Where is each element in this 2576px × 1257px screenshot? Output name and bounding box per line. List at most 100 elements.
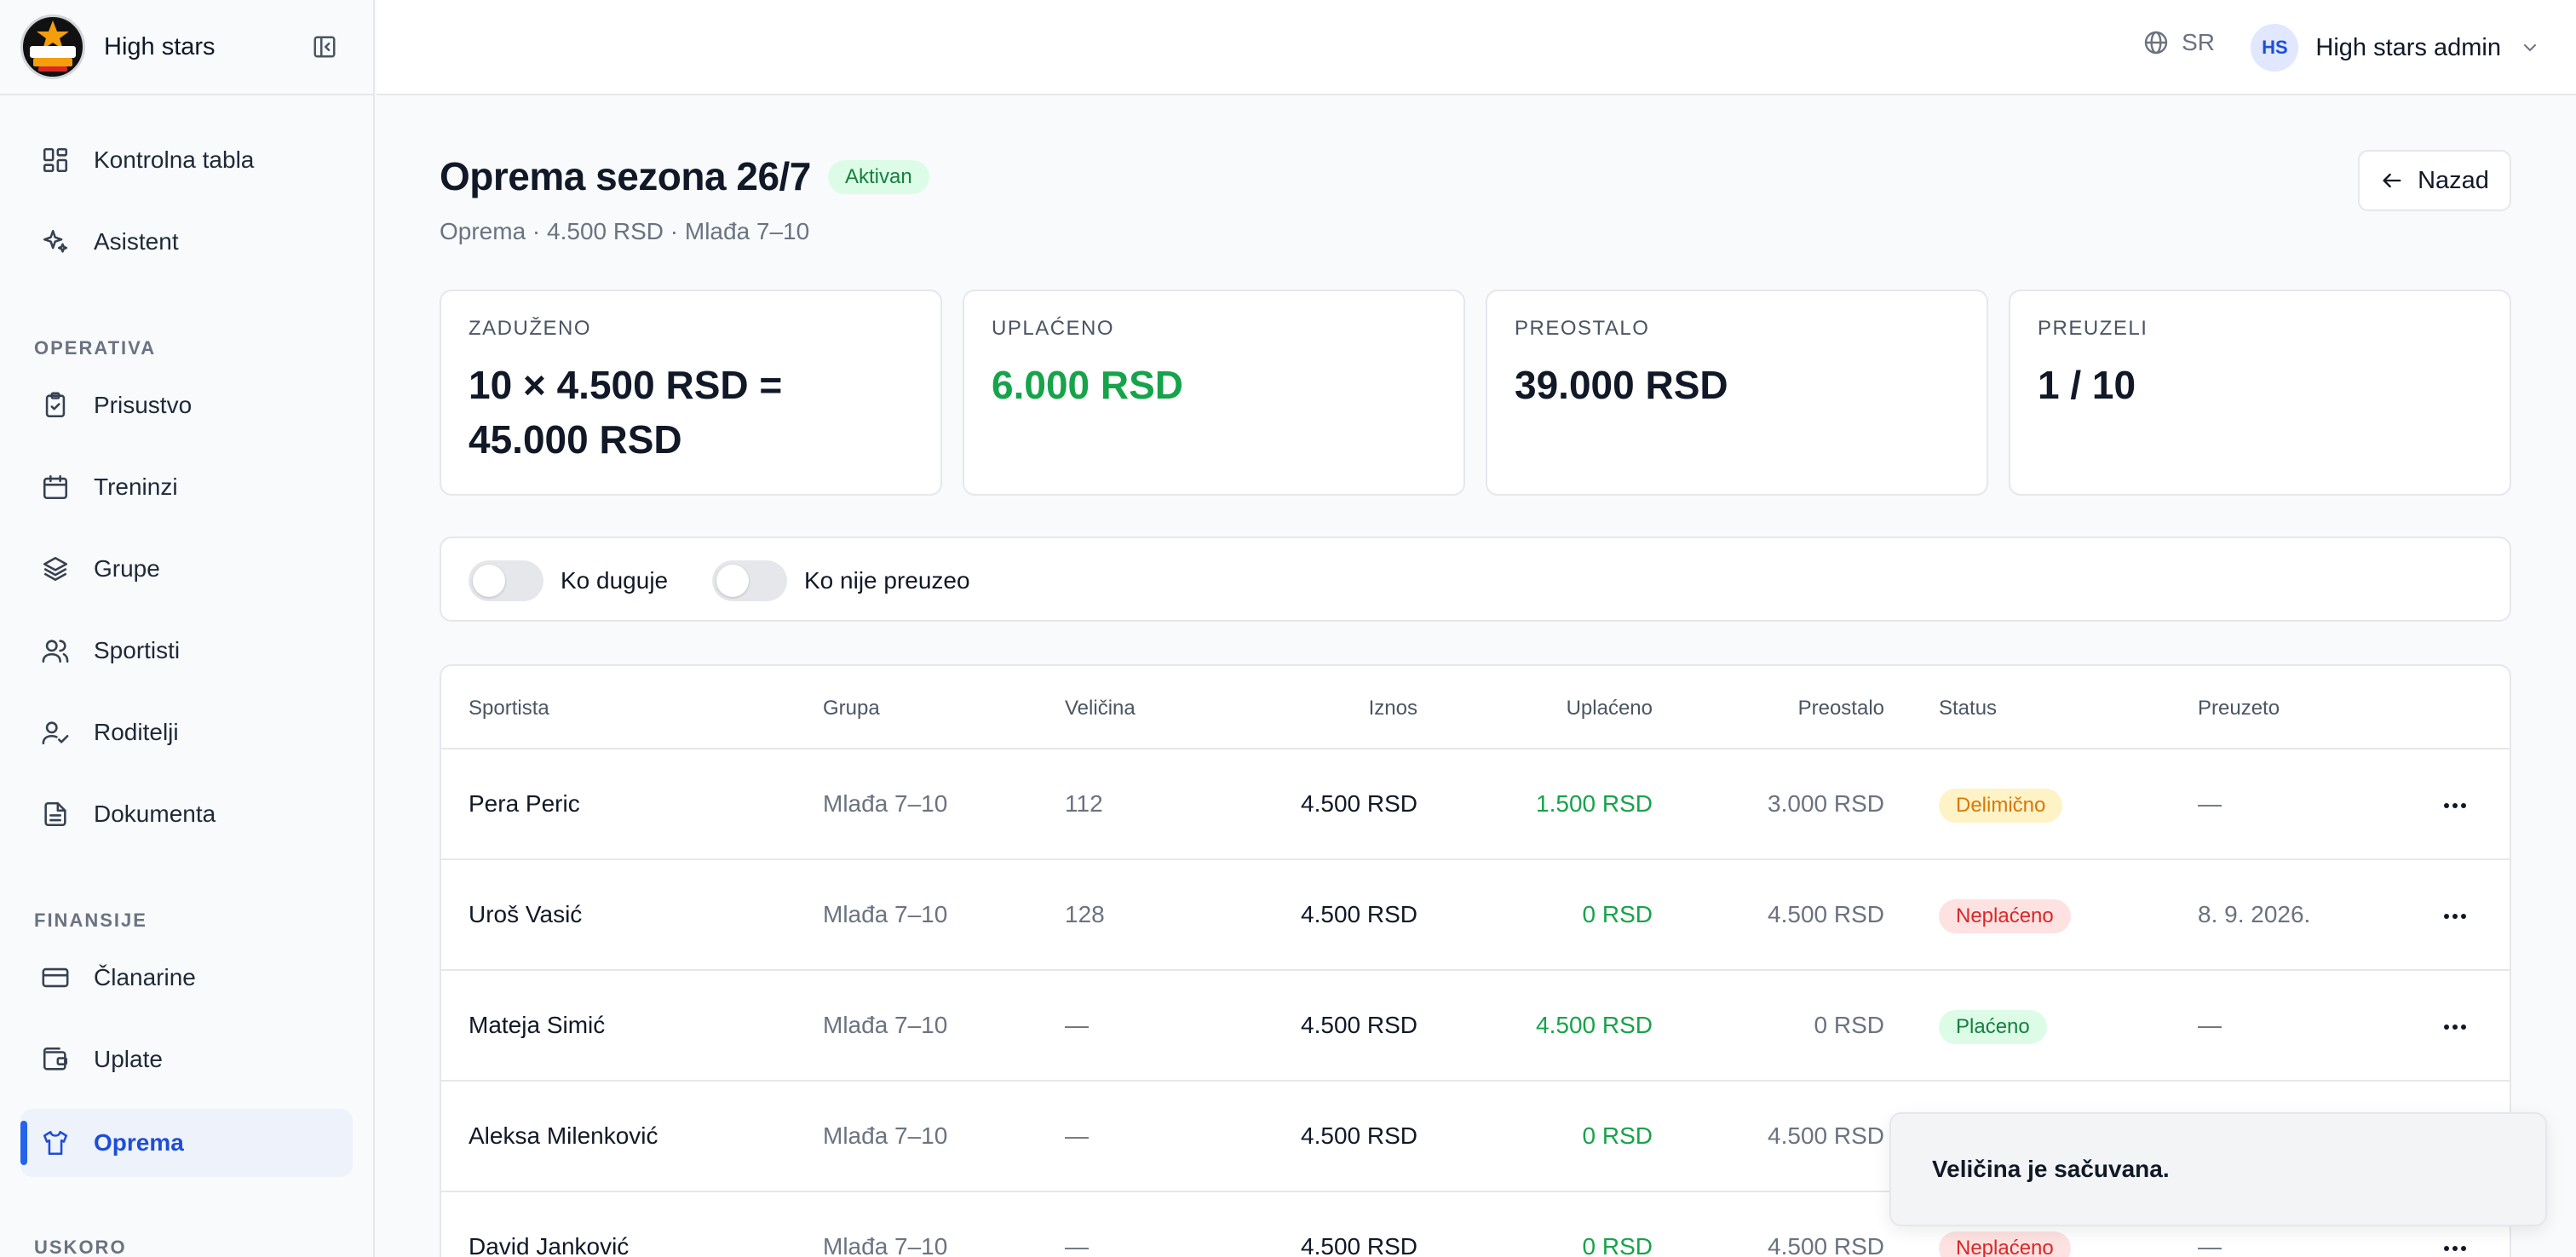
sidebar-item-payments[interactable]: Uplate bbox=[20, 1025, 353, 1093]
section-label-finansije: FINANSIJE bbox=[34, 910, 147, 931]
filter-bar: Ko duguje Ko nije preuzeo bbox=[440, 537, 2511, 622]
wallet-icon bbox=[39, 1043, 72, 1076]
remaining-cell: 3.000 RSD bbox=[1768, 790, 1884, 817]
table-row[interactable]: Pera Peric Mlađa 7–10 112 4.500 RSD 1.50… bbox=[441, 749, 2510, 860]
debt-toggle-label: Ko duguje bbox=[561, 567, 669, 594]
club-logo bbox=[20, 14, 85, 79]
more-actions-icon[interactable] bbox=[2438, 1231, 2472, 1257]
sidebar-item-label: Oprema bbox=[94, 1129, 184, 1156]
section-label-operativa: OPERATIVA bbox=[34, 337, 157, 359]
sidebar-item-attendance[interactable]: Prisustvo bbox=[20, 371, 353, 439]
remaining-cell: 0 RSD bbox=[1814, 1012, 1884, 1038]
stat-value: 10 × 4.500 RSD = 45.000 RSD bbox=[469, 358, 913, 467]
sidebar-item-memberships[interactable]: Članarine bbox=[20, 944, 353, 1012]
sidebar-item-label: Prisustvo bbox=[94, 392, 193, 418]
sidebar-item-equipment[interactable]: Oprema bbox=[20, 1109, 353, 1177]
topbar: SR HS High stars admin bbox=[377, 0, 2576, 95]
remaining-cell: 4.500 RSD bbox=[1768, 1122, 1884, 1149]
size-cell[interactable]: 128 bbox=[1065, 901, 1105, 928]
user-menu[interactable]: HS High stars admin bbox=[2251, 24, 2540, 72]
debt-toggle[interactable] bbox=[469, 560, 543, 601]
remaining-cell: 4.500 RSD bbox=[1768, 1233, 1884, 1257]
stat-label: UPLAĆENO bbox=[992, 317, 1115, 340]
sidebar-item-groups[interactable]: Grupe bbox=[20, 535, 353, 603]
status-badge: Neplaćeno bbox=[1939, 899, 2071, 933]
column-header-amount[interactable]: Iznos bbox=[1369, 697, 1417, 720]
sidebar-item-label: Sportisti bbox=[94, 637, 181, 663]
picked-cell: 8. 9. 2026. bbox=[2198, 901, 2311, 927]
not-picked-toggle[interactable] bbox=[712, 560, 787, 601]
column-header-remaining[interactable]: Preostalo bbox=[1798, 697, 1884, 720]
amount-cell: 4.500 RSD bbox=[1301, 1233, 1417, 1257]
sidebar-item-label: Grupe bbox=[94, 555, 160, 582]
stat-label: PREOSTALO bbox=[1515, 317, 1650, 340]
sidebar-item-label: Članarine bbox=[94, 964, 196, 990]
stat-label: ZADUŽENO bbox=[469, 317, 591, 340]
stat-value: 6.000 RSD bbox=[992, 363, 1184, 407]
back-button[interactable]: Nazad bbox=[2358, 150, 2511, 211]
shirt-icon bbox=[39, 1127, 72, 1159]
group-cell: Mlađa 7–10 bbox=[823, 901, 948, 927]
size-cell[interactable]: — bbox=[1065, 1233, 1089, 1257]
picked-cell: — bbox=[2198, 1233, 2222, 1257]
size-cell[interactable]: 112 bbox=[1065, 790, 1103, 818]
more-actions-icon[interactable] bbox=[2438, 1010, 2472, 1044]
sidebar: High stars Kontrolna tabla Asistent OPER… bbox=[0, 0, 375, 1257]
stat-card-paid: UPLAĆENO 6.000 RSD bbox=[963, 290, 1465, 496]
sparkles-icon bbox=[39, 226, 72, 258]
language-switcher[interactable]: SR bbox=[2142, 29, 2215, 56]
sidebar-item-parents[interactable]: Roditelji bbox=[20, 698, 353, 766]
status-badge: Aktivan bbox=[828, 160, 929, 194]
paid-cell: 0 RSD bbox=[1582, 1122, 1653, 1149]
size-cell[interactable]: — bbox=[1065, 1122, 1089, 1150]
size-cell[interactable]: — bbox=[1065, 1012, 1089, 1039]
amount-cell: 4.500 RSD bbox=[1301, 790, 1417, 817]
column-header-athlete[interactable]: Sportista bbox=[469, 697, 549, 720]
sidebar-item-label: Treninzi bbox=[94, 474, 178, 500]
stat-value-line: 10 × 4.500 RSD = bbox=[469, 363, 783, 407]
back-button-label: Nazad bbox=[2418, 166, 2489, 194]
collapse-sidebar-icon[interactable] bbox=[310, 32, 339, 61]
athlete-name: Pera Peric bbox=[469, 790, 580, 817]
column-header-size[interactable]: Veličina bbox=[1065, 697, 1136, 720]
more-actions-icon[interactable] bbox=[2438, 789, 2472, 823]
page-subtitle: Oprema · 4.500 RSD · Mlađa 7–10 bbox=[440, 218, 810, 244]
stat-card-picked-up: PREUZELI 1 / 10 bbox=[2009, 290, 2511, 496]
sidebar-item-assistant[interactable]: Asistent bbox=[20, 208, 353, 276]
table-row[interactable]: Uroš Vasić Mlađa 7–10 128 4.500 RSD 0 RS… bbox=[441, 860, 2510, 971]
picked-cell: — bbox=[2198, 790, 2222, 817]
table-row[interactable]: Mateja Simić Mlađa 7–10 — 4.500 RSD 4.50… bbox=[441, 971, 2510, 1082]
stat-value-line: 45.000 RSD bbox=[469, 417, 682, 462]
brand-header: High stars bbox=[0, 0, 373, 95]
sidebar-item-athletes[interactable]: Sportisti bbox=[20, 617, 353, 685]
stat-card-remaining: PREOSTALO 39.000 RSD bbox=[1486, 290, 1988, 496]
brand-name: High stars bbox=[104, 32, 216, 60]
column-header-group[interactable]: Grupa bbox=[823, 697, 880, 720]
user-name: High stars admin bbox=[2315, 33, 2501, 61]
sidebar-item-label: Kontrolna tabla bbox=[94, 146, 255, 173]
stat-card-charged: ZADUŽENO 10 × 4.500 RSD = 45.000 RSD bbox=[440, 290, 942, 496]
column-header-paid[interactable]: Uplaćeno bbox=[1567, 697, 1653, 720]
sidebar-item-dashboard[interactable]: Kontrolna tabla bbox=[20, 126, 353, 194]
chevron-down-icon bbox=[2524, 44, 2536, 52]
language-label: SR bbox=[2182, 29, 2215, 55]
column-header-status[interactable]: Status bbox=[1939, 697, 1997, 720]
avatar: HS bbox=[2251, 24, 2299, 72]
users-icon bbox=[39, 634, 72, 667]
status-badge: Plaćeno bbox=[1939, 1010, 2047, 1044]
layers-icon bbox=[39, 553, 72, 585]
toast-notification[interactable]: Veličina je sačuvana. bbox=[1889, 1112, 2547, 1226]
paid-cell: 0 RSD bbox=[1582, 1233, 1653, 1257]
group-cell: Mlađa 7–10 bbox=[823, 1233, 948, 1257]
status-badge: Neplaćeno bbox=[1939, 1231, 2071, 1257]
user-check-icon bbox=[39, 716, 72, 749]
stat-label: PREUZELI bbox=[2038, 317, 2148, 340]
column-header-picked[interactable]: Preuzeto bbox=[2198, 697, 2280, 720]
sidebar-item-documents[interactable]: Dokumenta bbox=[20, 780, 353, 848]
athlete-name: Mateja Simić bbox=[469, 1012, 606, 1038]
more-actions-icon[interactable] bbox=[2438, 899, 2472, 933]
athlete-name: Uroš Vasić bbox=[469, 901, 583, 927]
amount-cell: 4.500 RSD bbox=[1301, 1012, 1417, 1038]
sidebar-item-trainings[interactable]: Treninzi bbox=[20, 453, 353, 521]
paid-cell: 1.500 RSD bbox=[1536, 790, 1653, 817]
